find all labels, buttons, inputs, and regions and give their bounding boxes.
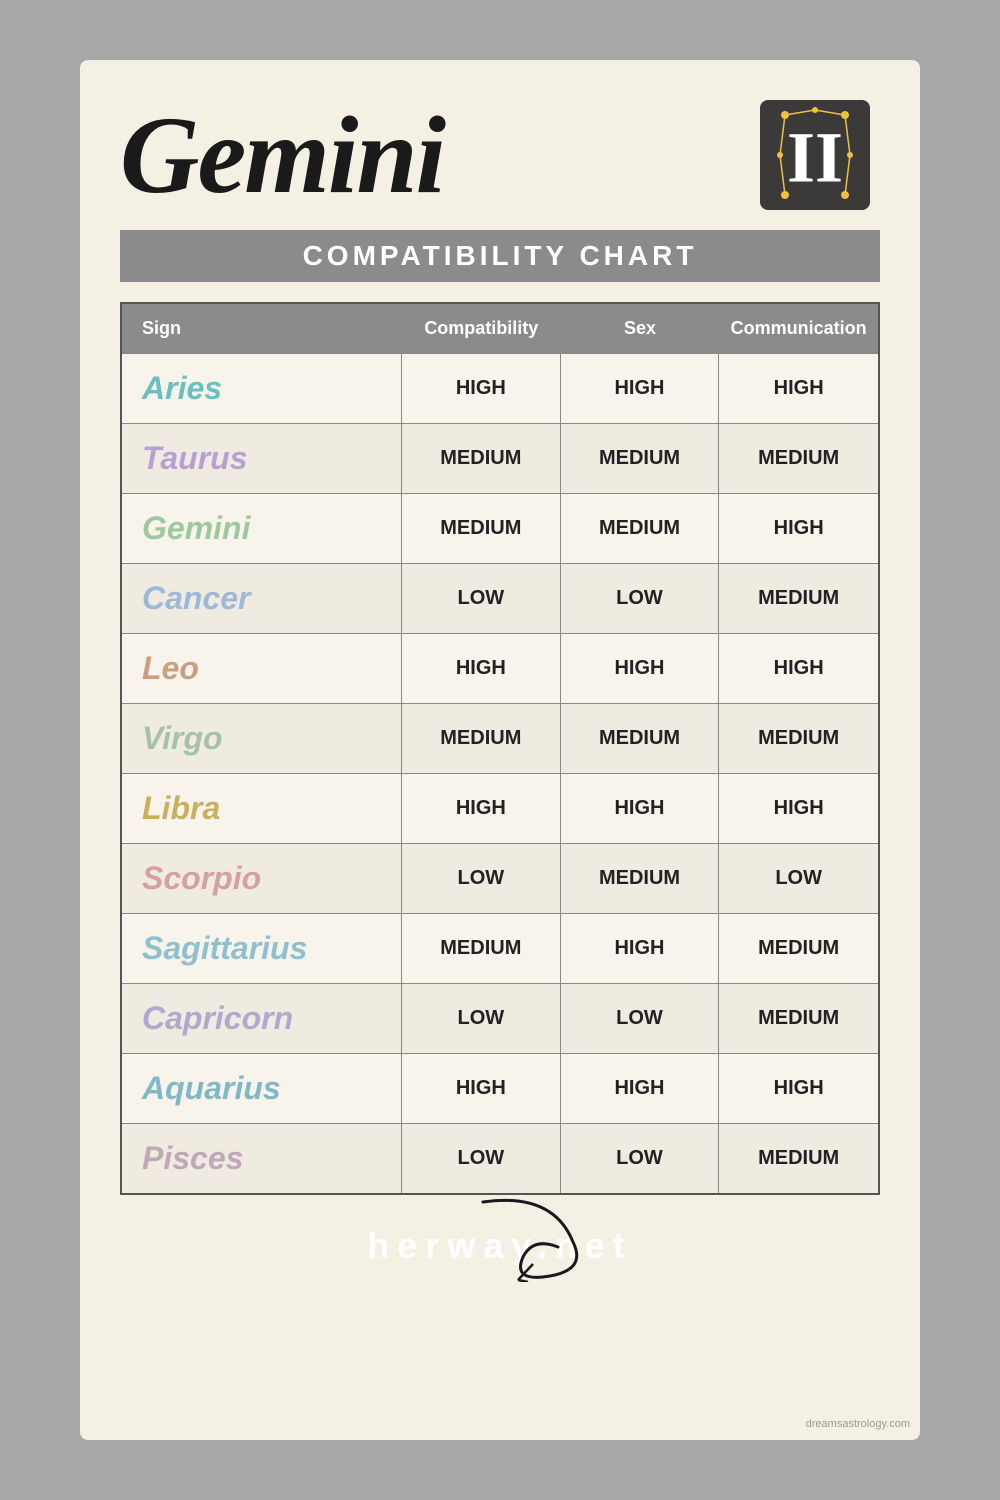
table-row: Virgo MEDIUM MEDIUM MEDIUM [122,703,878,773]
sex-cell-pisces: LOW [561,1124,720,1193]
compatibility-cell-gemini: MEDIUM [402,494,561,563]
sex-cell-virgo: MEDIUM [561,704,720,773]
table-header: Sign Compatibility Sex Communication [122,304,878,353]
sign-cell-leo: Leo [122,634,402,703]
header-compatibility: Compatibility [402,304,561,353]
communication-cell-libra: HIGH [719,774,878,843]
table-row: Cancer LOW LOW MEDIUM [122,563,878,633]
sign-cell-scorpio: Scorpio [122,844,402,913]
compatibility-cell-scorpio: LOW [402,844,561,913]
sign-cell-virgo: Virgo [122,704,402,773]
communication-cell-taurus: MEDIUM [719,424,878,493]
compatibility-cell-sagittarius: MEDIUM [402,914,561,983]
compatibility-cell-virgo: MEDIUM [402,704,561,773]
subtitle-banner: COMPATIBILITY CHART [120,230,880,282]
table-row: Aries HIGH HIGH HIGH [122,353,878,423]
compatibility-cell-pisces: LOW [402,1124,561,1193]
table-row: Pisces LOW LOW MEDIUM [122,1123,878,1193]
sign-cell-aquarius: Aquarius [122,1054,402,1123]
compatibility-cell-libra: HIGH [402,774,561,843]
compatibility-cell-leo: HIGH [402,634,561,703]
compatibility-cell-aries: HIGH [402,354,561,423]
table-row: Aquarius HIGH HIGH HIGH [122,1053,878,1123]
attribution: dreamsastrology.com [806,1418,910,1430]
sex-cell-cancer: LOW [561,564,720,633]
sex-cell-scorpio: MEDIUM [561,844,720,913]
compatibility-table: Sign Compatibility Sex Communication Ari… [120,302,880,1195]
table-row: Gemini MEDIUM MEDIUM HIGH [122,493,878,563]
sex-cell-aquarius: HIGH [561,1054,720,1123]
table-row: Sagittarius MEDIUM HIGH MEDIUM [122,913,878,983]
sex-cell-gemini: MEDIUM [561,494,720,563]
footer: herway.net dreamsastrology.com [367,1225,632,1267]
sign-cell-gemini: Gemini [122,494,402,563]
table-row: Leo HIGH HIGH HIGH [122,633,878,703]
communication-cell-leo: HIGH [719,634,878,703]
compatibility-cell-taurus: MEDIUM [402,424,561,493]
svg-text:II: II [787,117,843,197]
compatibility-cell-cancer: LOW [402,564,561,633]
communication-cell-cancer: MEDIUM [719,564,878,633]
communication-cell-aquarius: HIGH [719,1054,878,1123]
sex-cell-taurus: MEDIUM [561,424,720,493]
swirl-decoration [473,1192,593,1287]
sex-cell-libra: HIGH [561,774,720,843]
communication-cell-sagittarius: MEDIUM [719,914,878,983]
compatibility-cell-aquarius: HIGH [402,1054,561,1123]
main-card: Gemini II [80,60,920,1440]
footer-bottom: herway.net [367,1225,632,1267]
communication-cell-pisces: MEDIUM [719,1124,878,1193]
sex-cell-leo: HIGH [561,634,720,703]
table-row: Scorpio LOW MEDIUM LOW [122,843,878,913]
communication-cell-gemini: HIGH [719,494,878,563]
header: Gemini II [120,90,880,220]
gemini-symbol-icon: II [750,90,880,220]
table-row: Capricorn LOW LOW MEDIUM [122,983,878,1053]
header-communication: Communication [719,304,878,353]
sex-cell-sagittarius: HIGH [561,914,720,983]
sign-cell-libra: Libra [122,774,402,843]
sex-cell-aries: HIGH [561,354,720,423]
communication-cell-virgo: MEDIUM [719,704,878,773]
page-title: Gemini [120,95,444,216]
sign-cell-sagittarius: Sagittarius [122,914,402,983]
sex-cell-capricorn: LOW [561,984,720,1053]
sign-cell-pisces: Pisces [122,1124,402,1193]
communication-cell-aries: HIGH [719,354,878,423]
sign-cell-capricorn: Capricorn [122,984,402,1053]
sign-cell-taurus: Taurus [122,424,402,493]
communication-cell-scorpio: LOW [719,844,878,913]
header-sign: Sign [122,304,402,353]
communication-cell-capricorn: MEDIUM [719,984,878,1053]
table-row: Taurus MEDIUM MEDIUM MEDIUM [122,423,878,493]
table-row: Libra HIGH HIGH HIGH [122,773,878,843]
table-body: Aries HIGH HIGH HIGH Taurus MEDIUM MEDIU… [122,353,878,1193]
header-sex: Sex [561,304,720,353]
sign-cell-cancer: Cancer [122,564,402,633]
sign-cell-aries: Aries [122,354,402,423]
compatibility-cell-capricorn: LOW [402,984,561,1053]
